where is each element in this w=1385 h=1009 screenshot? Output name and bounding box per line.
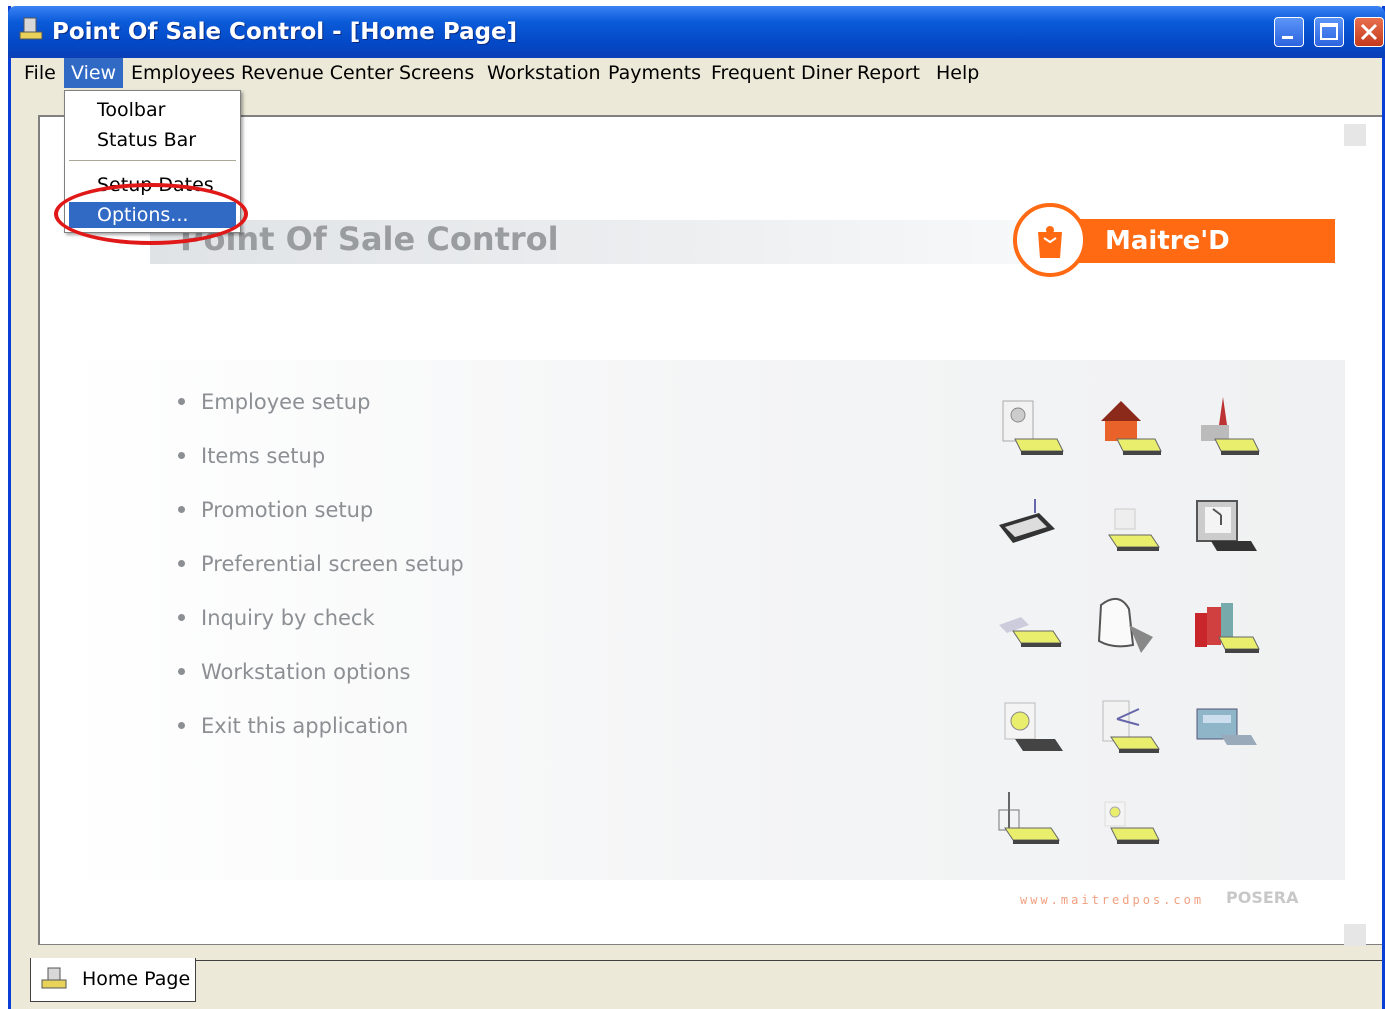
tab-strip-line (196, 960, 1382, 961)
menu-item-toolbar[interactable]: Toolbar (69, 97, 236, 123)
link-inquiry-by-check[interactable]: Inquiry by check (178, 606, 375, 636)
link-employee-setup[interactable]: Employee setup (178, 390, 370, 420)
link-workstation-options[interactable]: Workstation options (178, 660, 410, 690)
bullet (178, 559, 185, 567)
app-icon (19, 17, 43, 40)
maximize-icon (1320, 23, 1338, 40)
link-label: Preferential screen setup (201, 552, 464, 576)
scroll-up-button[interactable] (1344, 124, 1366, 146)
menu-employees[interactable]: Employees (124, 58, 242, 88)
menu-frequent-diner[interactable]: Frequent Diner (704, 58, 859, 88)
keyboard-icon[interactable] (995, 495, 1067, 561)
tab-label: Home Page (82, 968, 191, 990)
link-preferential-screen-setup[interactable]: Preferential screen setup (178, 552, 464, 582)
annotation-highlight-ellipse (54, 183, 248, 245)
bullet (178, 505, 185, 513)
menu-view[interactable]: View (64, 58, 124, 88)
maximize-button[interactable] (1314, 17, 1344, 47)
window-title: Point Of Sale Control - [Home Page] (52, 19, 518, 45)
menu-help[interactable]: Help (929, 58, 986, 88)
link-label: Inquiry by check (201, 606, 375, 630)
link-label: Workstation options (201, 660, 411, 684)
bullet (178, 721, 185, 729)
menu-report[interactable]: Report (850, 58, 927, 88)
brand-name: Maitre'D (1105, 226, 1230, 256)
menu-workstation[interactable]: Workstation (480, 58, 608, 88)
bullet (178, 397, 185, 405)
document-bottom-edge (38, 944, 1382, 959)
menu-payments[interactable]: Payments (601, 58, 708, 88)
close-button[interactable] (1354, 17, 1384, 47)
menu-separator (69, 160, 236, 161)
scale-icon[interactable] (1093, 495, 1165, 561)
link-label: Items setup (201, 444, 326, 468)
books-icon[interactable] (1191, 595, 1263, 661)
paper-roll-icon[interactable] (1093, 595, 1165, 661)
employee-icon[interactable] (995, 395, 1067, 461)
link-label: Promotion setup (201, 498, 374, 522)
link-promotion-setup[interactable]: Promotion setup (178, 498, 373, 528)
link-items-setup[interactable]: Items setup (178, 444, 325, 474)
home-page-tab-icon (41, 967, 67, 989)
printer-icon[interactable] (1191, 695, 1263, 761)
minimize-icon (1282, 36, 1293, 39)
close-icon (1360, 23, 1378, 41)
house-icon[interactable] (1093, 395, 1165, 461)
menu-item-status-bar[interactable]: Status Bar (69, 127, 236, 153)
network-icon[interactable] (1093, 695, 1165, 761)
cd-icon[interactable] (995, 695, 1067, 761)
link-exit-application[interactable]: Exit this application (178, 714, 408, 744)
bullet (178, 451, 185, 459)
menu-screens[interactable]: Screens (392, 58, 481, 88)
minimize-button[interactable] (1274, 17, 1304, 47)
link-label: Exit this application (201, 714, 409, 738)
monitor-icon[interactable] (1191, 495, 1263, 561)
hand-icon[interactable] (995, 595, 1067, 661)
bullet (178, 667, 185, 675)
menu-revenue-center[interactable]: Revenue Center (234, 58, 401, 88)
menu-bar: File View Employees Revenue Center Scree… (11, 58, 1382, 90)
menu-file[interactable]: File (17, 58, 63, 88)
partner-logo: POSERA (1226, 888, 1299, 907)
maitred-logo-icon (1038, 226, 1062, 258)
revenue-center-icon[interactable] (1191, 395, 1263, 461)
link-label: Employee setup (201, 390, 371, 414)
website-url[interactable]: www.maitredpos.com (1020, 893, 1204, 907)
bullet (178, 613, 185, 621)
scroll-down-button[interactable] (1344, 924, 1366, 946)
disc-icon[interactable] (1093, 790, 1165, 856)
tower-icon[interactable] (995, 790, 1067, 856)
